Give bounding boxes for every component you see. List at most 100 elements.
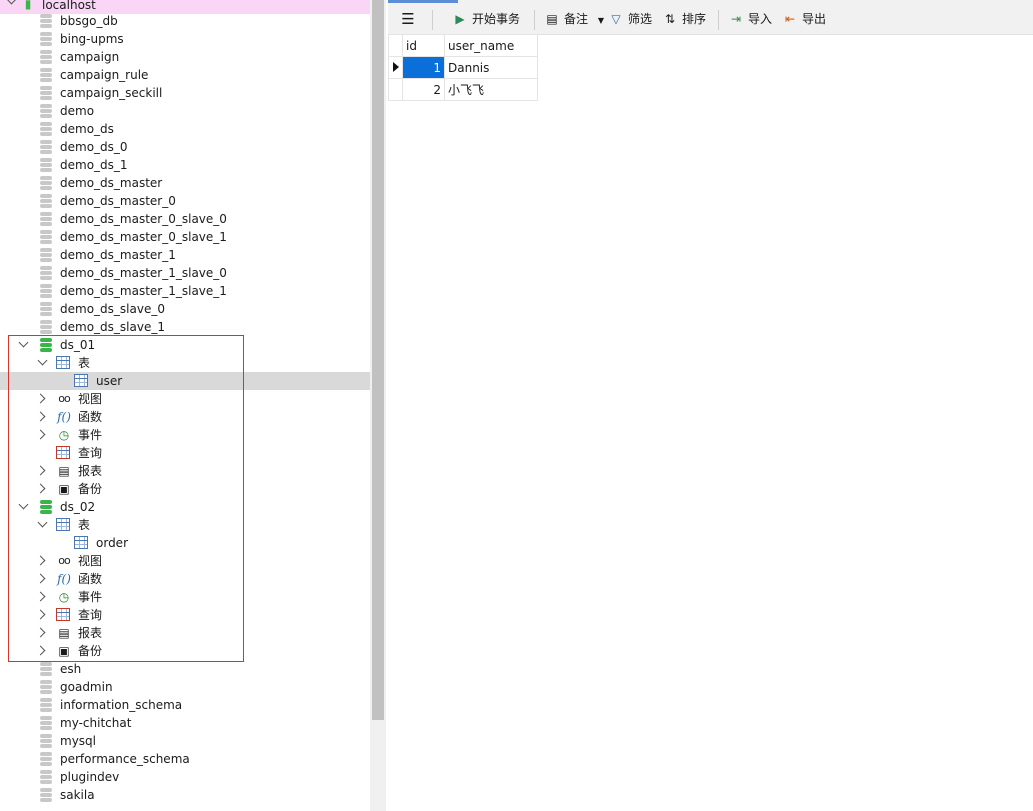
reports-folder[interactable]: ▤ 报表: [0, 624, 370, 642]
db-row[interactable]: plugindev: [0, 768, 370, 786]
db-row[interactable]: demo_ds_master_0_slave_0: [0, 210, 370, 228]
scrollbar-thumb[interactable]: [372, 0, 384, 720]
db-row[interactable]: demo_ds_slave_1: [0, 318, 370, 336]
db-row[interactable]: campaign_seckill: [0, 84, 370, 102]
db-row[interactable]: goadmin: [0, 678, 370, 696]
db-row[interactable]: bbsgo_db: [0, 12, 370, 30]
table-folder-icon: [56, 518, 70, 531]
chevron-down-icon[interactable]: [6, 0, 17, 5]
data-grid[interactable]: id user_name 1 Dannis 2 小飞飞: [388, 34, 538, 101]
events-folder[interactable]: ◷ 事件: [0, 426, 370, 444]
db-label: demo_ds_master: [60, 176, 163, 190]
tables-folder[interactable]: 表: [0, 516, 370, 534]
chevron-right-icon[interactable]: [35, 591, 46, 602]
db-row[interactable]: demo_ds: [0, 120, 370, 138]
chevron-down-icon[interactable]: [37, 517, 48, 528]
chevron-down-icon[interactable]: [37, 355, 48, 366]
import-label: 导入: [748, 12, 773, 26]
db-row[interactable]: demo_ds_master_0_slave_1: [0, 228, 370, 246]
table-user[interactable]: user: [0, 372, 370, 390]
db-row[interactable]: mysql: [0, 732, 370, 750]
table-row[interactable]: 1 Dannis: [388, 56, 538, 79]
table-order[interactable]: order: [0, 534, 370, 552]
views-folder[interactable]: oo 视图: [0, 552, 370, 570]
navigator-tree[interactable]: ▮ localhost bbsgo_db bing-upms campaign cam…: [0, 0, 370, 811]
chevron-right-icon[interactable]: [35, 483, 46, 494]
table-icon: [74, 536, 88, 549]
db-label: demo_ds_0: [60, 140, 128, 154]
chevron-down-icon[interactable]: [18, 499, 29, 510]
chevron-right-icon[interactable]: [35, 573, 46, 584]
db-row[interactable]: my-chitchat: [0, 714, 370, 732]
db-row[interactable]: demo_ds_master_1_slave_0: [0, 264, 370, 282]
db-row[interactable]: esh: [0, 660, 370, 678]
db-ds_02[interactable]: ds_02: [0, 498, 370, 516]
views-icon: oo: [58, 554, 70, 567]
tables-folder[interactable]: 表: [0, 354, 370, 372]
functions-folder[interactable]: f() 函数: [0, 408, 370, 426]
cell-user_name[interactable]: Dannis: [444, 56, 538, 79]
toolbar: ☰ ▶ 开始事务 ▤ 备注 ▼ ▽ 筛选 ⇅ 排序 ⇥ 导入 ⇤ 导出: [388, 3, 1033, 35]
db-row[interactable]: campaign: [0, 48, 370, 66]
db-row[interactable]: demo_ds_0: [0, 138, 370, 156]
db-label: esh: [60, 662, 82, 676]
db-row[interactable]: demo_ds_master_1: [0, 246, 370, 264]
db-label: demo_ds_1: [60, 158, 128, 172]
db-row[interactable]: sakila: [0, 786, 370, 804]
db-row[interactable]: demo: [0, 102, 370, 120]
column-header-id[interactable]: id: [402, 34, 445, 57]
chevron-right-icon[interactable]: [35, 555, 46, 566]
menu-button[interactable]: ☰: [400, 8, 420, 30]
backups-folder[interactable]: ▣ 备份: [0, 480, 370, 498]
db-label: demo_ds_master_0_slave_0: [60, 212, 227, 226]
tables-label: 表: [78, 518, 91, 532]
chevron-right-icon[interactable]: [35, 465, 46, 476]
chevron-right-icon[interactable]: [35, 411, 46, 422]
chevron-right-icon[interactable]: [35, 429, 46, 440]
events-folder[interactable]: ◷ 事件: [0, 588, 370, 606]
backup-icon: ▣: [58, 644, 70, 658]
export-button[interactable]: ⇤ 导出: [782, 8, 826, 30]
db-row[interactable]: demo_ds_slave_0: [0, 300, 370, 318]
reports-folder[interactable]: ▤ 报表: [0, 462, 370, 480]
functions-folder[interactable]: f() 函数: [0, 570, 370, 588]
db-label: demo_ds_slave_1: [60, 320, 165, 334]
sort-button[interactable]: ⇅ 排序: [662, 8, 706, 30]
chevron-down-icon[interactable]: [18, 337, 29, 348]
queries-folder[interactable]: 查询: [0, 444, 370, 462]
db-row[interactable]: information_schema: [0, 696, 370, 714]
queries-folder[interactable]: 查询: [0, 606, 370, 624]
queries-label: 查询: [78, 608, 103, 622]
memo-button[interactable]: ▤ 备注 ▼: [544, 8, 604, 30]
db-row[interactable]: demo_ds_master_1_slave_1: [0, 282, 370, 300]
reports-label: 报表: [78, 626, 103, 640]
cell-id[interactable]: 2: [402, 78, 445, 101]
db-ds_01[interactable]: ds_01: [0, 336, 370, 354]
db-row[interactable]: bing-upms: [0, 30, 370, 48]
chevron-right-icon[interactable]: [35, 393, 46, 404]
db-row[interactable]: demo_ds_master_0: [0, 192, 370, 210]
cell-user_name[interactable]: 小飞飞: [444, 78, 538, 101]
db-row[interactable]: campaign_rule: [0, 66, 370, 84]
views-label: 视图: [78, 554, 103, 568]
db-row[interactable]: demo_ds_1: [0, 156, 370, 174]
table-label: order: [96, 536, 128, 550]
dropdown-arrow-icon[interactable]: ▼: [598, 16, 604, 25]
column-header-user_name[interactable]: user_name: [444, 34, 538, 57]
import-button[interactable]: ⇥ 导入: [728, 8, 772, 30]
filter-button[interactable]: ▽ 筛选: [608, 8, 652, 30]
db-row[interactable]: performance_schema: [0, 750, 370, 768]
backups-folder[interactable]: ▣ 备份: [0, 642, 370, 660]
db-row[interactable]: demo_ds_master: [0, 174, 370, 192]
views-folder[interactable]: oo 视图: [0, 390, 370, 408]
navigator-scrollbar[interactable]: [370, 0, 386, 811]
db-label: demo_ds_master_1_slave_1: [60, 284, 227, 298]
cell-id[interactable]: 1: [402, 56, 445, 79]
db-label: ds_01: [60, 338, 96, 352]
table-row[interactable]: 2 小飞飞: [388, 78, 538, 101]
chevron-right-icon[interactable]: [35, 627, 46, 638]
begin-transaction-button[interactable]: ▶ 开始事务: [452, 8, 520, 30]
chevron-right-icon[interactable]: [35, 645, 46, 656]
chevron-right-icon[interactable]: [35, 609, 46, 620]
functions-label: 函数: [78, 410, 103, 424]
